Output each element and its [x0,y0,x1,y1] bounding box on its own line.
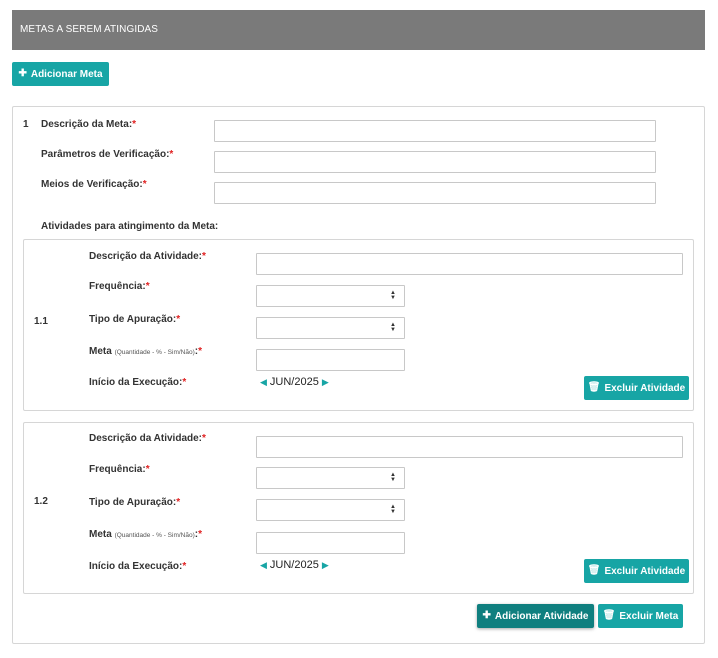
add-meta-button[interactable]: ✚ Adicionar Meta [12,62,109,86]
frequency-label: Frequência:* [89,464,150,475]
triangle-left-icon[interactable]: ◀ [260,377,267,388]
delete-activity-label: Excluir Atividade [604,382,686,394]
add-activity-button[interactable]: ✚ Adicionar Atividade [477,604,594,628]
activity-description-label: Descrição da Atividade:* [89,251,206,262]
calculation-type-select[interactable]: ▲ ▼ [256,317,405,339]
meta-description-label: Descrição da Meta:* [41,119,137,130]
activity-goal-input[interactable] [256,532,405,554]
delete-meta-label: Excluir Meta [619,610,679,622]
delete-meta-button[interactable]: 🗑 Excluir Meta [598,604,683,628]
triangle-right-icon[interactable]: ▶ [322,377,329,388]
calculation-type-label: Tipo de Apuração:* [89,497,181,508]
delete-activity-label: Excluir Atividade [604,565,686,577]
sort-arrows-icon: ▲ ▼ [390,504,396,515]
activity-number: 1.1 [34,316,48,327]
start-date-value: JUN/2025 [269,376,319,388]
trash-icon: 🗑 [602,610,616,621]
verification-means-label: Meios de Verificação:* [41,179,147,190]
activity-number: 1.2 [34,496,48,507]
activity-description-label: Descrição da Atividade:* [89,433,206,444]
start-date-value: JUN/2025 [269,559,319,571]
delete-activity-button[interactable]: 🗑 Excluir Atividade [584,376,689,400]
frequency-select[interactable]: ▲ ▼ [256,467,405,489]
frequency-label: Frequência:* [89,281,150,292]
meta-number: 1 [23,119,29,130]
plus-icon: ✚ [18,68,27,79]
activity-goal-label: Meta (Quantidade - % - Sim/Não):* [89,529,203,540]
calculation-type-label: Tipo de Apuração:* [89,314,181,325]
sort-arrows-icon: ▲ ▼ [390,290,396,301]
verification-means-input[interactable] [214,182,656,204]
frequency-select[interactable]: ▲ ▼ [256,285,405,307]
sort-arrows-icon: ▲ ▼ [390,322,396,333]
add-meta-label: Adicionar Meta [30,68,103,80]
start-date-label: Início da Execução:* [89,377,187,388]
sort-arrows-icon: ▲ ▼ [390,472,396,483]
verification-parameters-label: Parâmetros de Verificação:* [41,149,174,160]
activity-goal-input[interactable] [256,349,405,371]
start-date-picker: ◀ JUN/2025 ▶ [260,376,329,388]
trash-icon: 🗑 [587,565,601,576]
triangle-left-icon[interactable]: ◀ [260,560,267,571]
meta-description-input[interactable] [214,120,656,142]
activity-goal-label: Meta (Quantidade - % - Sim/Não):* [89,346,203,357]
section-title: METAS A SEREM ATINGIDAS [20,24,159,35]
activities-title: Atividades para atingimento da Meta: [41,221,219,232]
start-date-picker: ◀ JUN/2025 ▶ [260,559,329,571]
trash-icon: 🗑 [587,382,601,393]
start-date-label: Início da Execução:* [89,561,187,572]
section-header: METAS A SEREM ATINGIDAS [12,10,705,50]
delete-activity-button[interactable]: 🗑 Excluir Atividade [584,559,689,583]
activity-description-input[interactable] [256,253,683,275]
add-activity-label: Adicionar Atividade [494,610,589,622]
triangle-right-icon[interactable]: ▶ [322,560,329,571]
plus-icon: ✚ [482,610,491,621]
activity-description-input[interactable] [256,436,683,458]
verification-parameters-input[interactable] [214,151,656,173]
calculation-type-select[interactable]: ▲ ▼ [256,499,405,521]
